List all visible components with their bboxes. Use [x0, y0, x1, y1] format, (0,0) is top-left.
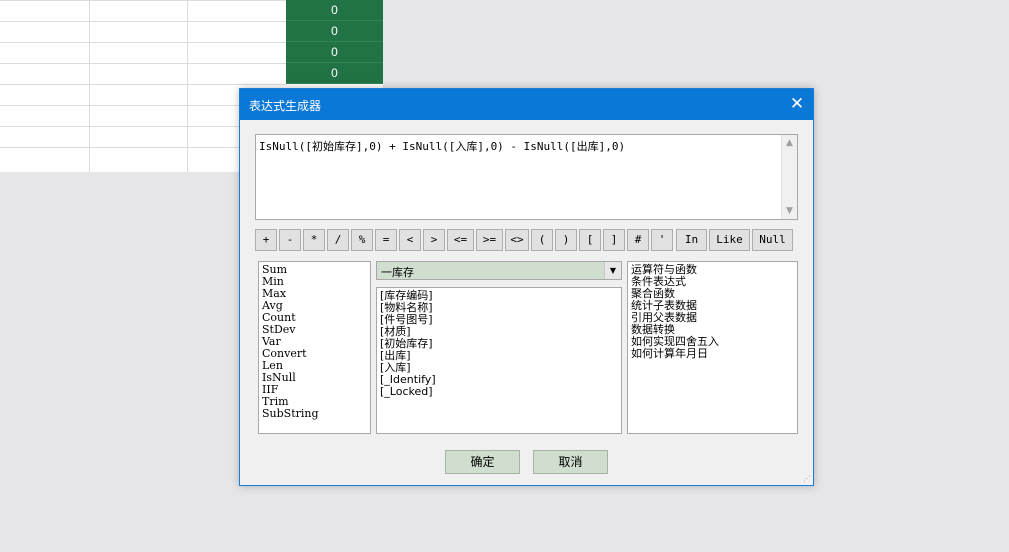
- operator-button-quote[interactable]: ': [651, 229, 673, 251]
- operator-button-minus[interactable]: -: [279, 229, 301, 251]
- expression-text: IsNull([初始库存],0) + IsNull([入库],0) - IsNu…: [259, 140, 626, 153]
- operator-button-less[interactable]: <: [399, 229, 421, 251]
- operator-button-modulo[interactable]: %: [351, 229, 373, 251]
- operator-button-close-paren[interactable]: ): [555, 229, 577, 251]
- sheet-cell[interactable]: 0: [286, 0, 383, 21]
- sheet-cell[interactable]: 0: [286, 42, 383, 63]
- list-item[interactable]: 如何计算年月日: [628, 348, 797, 360]
- resize-grip-icon[interactable]: ⋰: [803, 475, 811, 483]
- function-list[interactable]: Sum Min Max Avg Count StDev Var Convert …: [258, 261, 371, 434]
- grid-line: [0, 84, 286, 85]
- grid-line: [0, 42, 286, 43]
- operator-button-like[interactable]: Like: [709, 229, 750, 251]
- list-item[interactable]: [出库]: [377, 350, 621, 362]
- operator-button-divide[interactable]: /: [327, 229, 349, 251]
- operator-button-plus[interactable]: +: [255, 229, 277, 251]
- expression-scrollbar[interactable]: ▲ ▼: [781, 135, 797, 219]
- list-item[interactable]: SubString: [259, 408, 370, 420]
- operator-button-null[interactable]: Null: [752, 229, 793, 251]
- sheet-cell[interactable]: 0: [286, 63, 383, 84]
- expression-textarea[interactable]: IsNull([初始库存],0) + IsNull([入库],0) - IsNu…: [255, 134, 798, 220]
- list-item[interactable]: [初始库存]: [377, 338, 621, 350]
- highlighted-column: 0 0 0 0: [286, 0, 383, 84]
- scroll-up-icon[interactable]: ▲: [782, 136, 797, 150]
- expression-builder-dialog: 表达式生成器 ✕ IsNull([初始库存],0) + IsNull([入库],…: [239, 88, 814, 486]
- operator-button-equal[interactable]: =: [375, 229, 397, 251]
- close-icon[interactable]: ✕: [781, 89, 813, 120]
- scroll-down-icon[interactable]: ▼: [782, 204, 797, 218]
- operator-button-not-equal[interactable]: <>: [505, 229, 529, 251]
- grid-line: [0, 0, 286, 1]
- grid-line: [0, 63, 286, 64]
- operator-button-in[interactable]: In: [676, 229, 707, 251]
- dialog-titlebar[interactable]: 表达式生成器 ✕: [240, 89, 813, 120]
- operator-button-less-equal[interactable]: <=: [447, 229, 474, 251]
- dropdown-arrow-icon[interactable]: ▼: [604, 262, 621, 279]
- operator-button-close-bracket[interactable]: ]: [603, 229, 625, 251]
- operator-button-greater-equal[interactable]: >=: [476, 229, 503, 251]
- sheet-cell[interactable]: 0: [286, 21, 383, 42]
- operator-button-open-paren[interactable]: (: [531, 229, 553, 251]
- dialog-title: 表达式生成器: [249, 99, 322, 113]
- table-select-value: 一库存: [381, 266, 414, 279]
- operator-button-hash[interactable]: #: [627, 229, 649, 251]
- ok-button[interactable]: 确定: [445, 450, 520, 474]
- list-item[interactable]: [_Locked]: [377, 386, 621, 398]
- list-item[interactable]: [件号图号]: [377, 314, 621, 326]
- operator-button-greater[interactable]: >: [423, 229, 445, 251]
- field-list[interactable]: [库存编码] [物料名称] [件号图号] [材质] [初始库存] [出库] [入…: [376, 287, 622, 434]
- help-topic-list[interactable]: 运算符与函数 条件表达式 聚合函数 统计子表数据 引用父表数据 数据转换 如何实…: [627, 261, 798, 434]
- operator-button-multiply[interactable]: *: [303, 229, 325, 251]
- grid-line: [0, 21, 286, 22]
- table-select[interactable]: 一库存 ▼: [376, 261, 622, 280]
- cancel-button[interactable]: 取消: [533, 450, 608, 474]
- operator-button-open-bracket[interactable]: [: [579, 229, 601, 251]
